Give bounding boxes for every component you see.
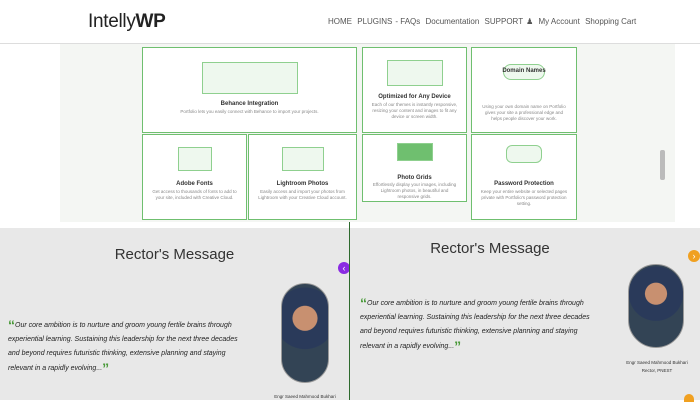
feature-title: Lightroom Photos xyxy=(276,181,329,187)
chevron-right-icon[interactable]: › xyxy=(688,250,700,262)
scrollbar-thumb[interactable] xyxy=(660,150,665,180)
rector-name: Engr Saeed Mahmood Bukhari xyxy=(274,394,336,399)
behance-illustration-icon xyxy=(201,62,298,94)
rector-quote: “Our core ambition is to nurture and gro… xyxy=(8,317,238,376)
password-illustration-icon xyxy=(506,145,542,163)
main-nav: HOME PLUGINS - FAQs Documentation SUPPORT… xyxy=(328,17,637,26)
feature-card-password[interactable]: Password Protection Keep your entire web… xyxy=(471,134,577,220)
site-header: IntellyWP HOME PLUGINS - FAQs Documentati… xyxy=(0,0,700,44)
nav-plugins[interactable]: PLUGINS xyxy=(357,17,392,26)
rector-panel-right: Rector's Message “Our core ambition is t… xyxy=(350,228,700,402)
feature-desc: Using your own domain name on Portfolio … xyxy=(482,104,566,121)
feature-title: Domain Names xyxy=(502,68,546,74)
nav-home[interactable]: HOME xyxy=(328,17,352,26)
rector-name: Engr Saeed Mahmood Bukhari xyxy=(626,360,688,365)
feature-card-domain[interactable]: Domain Names Using your own domain name … xyxy=(471,47,577,133)
feature-desc: Keep your entire website or selected pag… xyxy=(480,189,568,206)
quote-open-icon: “ xyxy=(360,295,367,311)
rector-photo xyxy=(628,264,684,348)
feature-card-fonts[interactable]: Adobe Fonts Get access to thousands of f… xyxy=(142,134,247,220)
feature-desc: Easily access and import your photos fro… xyxy=(258,189,347,200)
rector-role: Rector, PNEST xyxy=(641,368,673,373)
feature-card-lightroom[interactable]: Lightroom Photos Easily access and impor… xyxy=(248,134,357,220)
feature-card-behance[interactable]: Behance Integration Portfolio lets you e… xyxy=(142,47,357,133)
rector-title: Rector's Message xyxy=(114,246,235,263)
fonts-illustration-icon xyxy=(177,147,212,171)
feature-desc: Each of our themes is instantly responsi… xyxy=(371,102,458,119)
lightroom-illustration-icon xyxy=(281,147,324,171)
nav-my-account[interactable]: My Account xyxy=(538,17,579,26)
feature-desc: Get access to thousands of fonts to add … xyxy=(152,189,237,200)
rector-photo xyxy=(281,283,329,383)
nav-documentation[interactable]: Documentation xyxy=(426,17,480,26)
quote-close-icon: ” xyxy=(454,338,462,354)
nav-support[interactable]: SUPPORT xyxy=(485,17,524,26)
feature-title: Optimized for Any Device xyxy=(378,94,451,100)
feature-desc: Effortlessly display your images, includ… xyxy=(372,182,457,199)
devices-illustration-icon xyxy=(386,60,443,86)
quote-close-icon: ” xyxy=(102,360,110,376)
rector-title: Rector's Message xyxy=(430,240,550,257)
features-section: Behance Integration Portfolio lets you e… xyxy=(60,44,675,222)
grid-illustration-icon xyxy=(396,143,433,161)
rector-quote: “Our core ambition is to nurture and gro… xyxy=(360,295,590,354)
feature-title: Adobe Fonts xyxy=(176,181,213,187)
quote-open-icon: “ xyxy=(8,317,15,333)
feature-card-grids[interactable]: Photo Grids Effortlessly display your im… xyxy=(362,134,467,202)
user-icon: ♟ xyxy=(526,17,534,26)
feature-desc: Portfolio lets you easily connect with B… xyxy=(180,109,319,114)
nav-faqs[interactable]: FAQs xyxy=(400,17,420,26)
feature-card-devices[interactable]: Optimized for Any Device Each of our the… xyxy=(362,47,467,133)
chevron-down-icon[interactable] xyxy=(684,394,694,402)
nav-shopping-cart[interactable]: Shopping Cart xyxy=(585,17,636,26)
feature-title: Behance Integration xyxy=(220,101,279,107)
logo[interactable]: IntellyWP xyxy=(88,11,166,33)
rector-panel-left: Rector's Message “Our core ambition is t… xyxy=(0,228,350,400)
feature-title: Photo Grids xyxy=(397,175,432,181)
feature-title: Password Protection xyxy=(494,181,554,187)
